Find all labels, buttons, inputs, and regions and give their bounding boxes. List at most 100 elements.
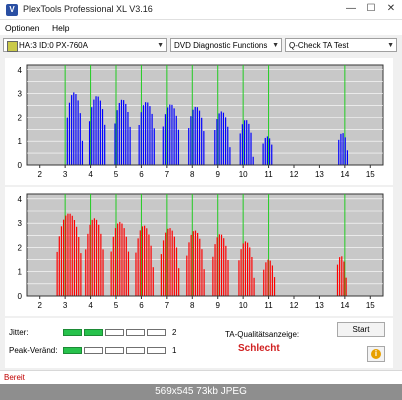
start-button[interactable]: Start [337,322,385,337]
chart-bar [262,143,264,165]
x-tick-label: 10 [239,170,248,179]
meter-segment [84,347,103,354]
chart-bar [167,107,169,165]
y-tick-label: 0 [18,292,23,301]
chart-bar [91,219,93,296]
chart-bar [269,260,271,296]
chart-bar [138,125,140,165]
chart-bar [196,107,198,165]
maximize-button[interactable]: ☐ [364,3,378,14]
x-tick-label: 12 [290,301,299,310]
chart-bar [79,113,81,165]
x-tick-label: 12 [290,170,299,179]
chart-bar [169,104,171,165]
meter-segment [63,329,82,336]
chart-bar [194,230,197,296]
function-select[interactable]: DVD Diagnostic Functions ▼ [170,38,282,52]
chart-bar [93,99,95,165]
menu-optionen[interactable]: Optionen [5,23,40,33]
chart-bar [101,109,104,165]
chart-bar [239,133,241,165]
chart-bar [71,95,73,165]
chart-bar [271,265,273,296]
chart-bar [266,136,269,165]
chart-bar [125,236,127,296]
chart-bar [149,106,151,165]
chart-bar [127,251,130,296]
chart-bar [214,244,216,296]
minimize-button[interactable]: — [344,3,358,14]
menu-bar: Optionen Help [0,20,402,35]
peak-chart: 012342 3 4 5 6 7 8 9 10 11 12 13 14 15 [18,193,384,310]
drive-select[interactable]: HA:3 ID:0 PX-760A ▼ [3,38,167,52]
close-button[interactable]: ✕ [384,3,398,14]
x-tick-label: 13 [315,170,324,179]
x-tick-label: 8 [190,301,195,310]
chart-bar [65,215,67,296]
chart-bar [66,117,68,165]
info-button[interactable]: i [367,346,385,362]
chart-bar [212,256,214,296]
jitter-chart: 012342 3 4 5 6 7 8 9 10 11 12 13 14 15 [18,64,384,179]
x-tick-label: 6 [139,301,144,310]
chart-bar [123,228,125,296]
chart-bar [118,102,120,165]
y-tick-label: 2 [18,243,23,252]
chart-bar [188,128,190,165]
chart-bar [216,237,218,296]
chart-bar [63,219,65,296]
chart-bar [104,124,106,165]
x-tick-label: 14 [340,170,349,179]
chart-bar [194,106,196,165]
chart-bar [67,213,69,296]
chart-bar [56,251,58,296]
ta-quality-result: Schlecht [238,343,280,354]
chart-bar [80,253,82,296]
chart-bar [112,236,114,296]
chart-bar [102,249,104,296]
chart-bar [68,102,71,165]
chart-bar [117,223,119,296]
x-tick-label: 15 [366,301,375,310]
chart-bar [119,221,121,296]
chart-bar [203,269,205,296]
chart-bar [95,219,98,296]
chart-bar [75,226,78,296]
chart-bar [165,232,167,296]
menu-help[interactable]: Help [52,23,69,33]
chart-bar [175,115,177,165]
x-tick-label: 7 [165,301,170,310]
test-select[interactable]: Q-Check TA Test ▼ [285,38,397,52]
chart-bar [222,112,225,165]
chevron-down-icon: ▼ [157,42,164,49]
chart-bar [197,232,199,296]
drive-select-value: HA:3 ID:0 PX-760A [19,41,88,50]
chart-bar [190,234,192,296]
chart-bar [201,117,203,165]
meter-segment [147,347,166,354]
chart-bar [238,260,240,296]
chart-bar [227,126,229,165]
x-tick-label: 2 [37,301,42,310]
chart-bar [145,102,147,165]
chart-bar [77,100,79,165]
x-tick-label: 15 [366,170,375,179]
jitter-value: 2 [172,328,177,337]
chart-bar [87,233,89,296]
chart-bar [100,233,102,296]
chart-bar [341,256,343,296]
y-tick-label: 3 [18,219,23,228]
chart-bar [110,251,112,296]
chart-bar [252,156,254,165]
title-bar: V PlexTools Professional XL V3.16 — ☐ ✕ [0,0,402,20]
chart-bar [240,249,242,296]
chart-bar [135,252,137,296]
chart-bar [58,236,60,296]
chart-bar [164,114,167,165]
y-tick-label: 4 [18,66,23,75]
function-select-value: DVD Diagnostic Functions [174,41,268,50]
chart-bar [223,238,225,296]
x-tick-label: 4 [88,170,93,179]
chart-bar [344,137,346,165]
chart-bar [345,277,347,296]
